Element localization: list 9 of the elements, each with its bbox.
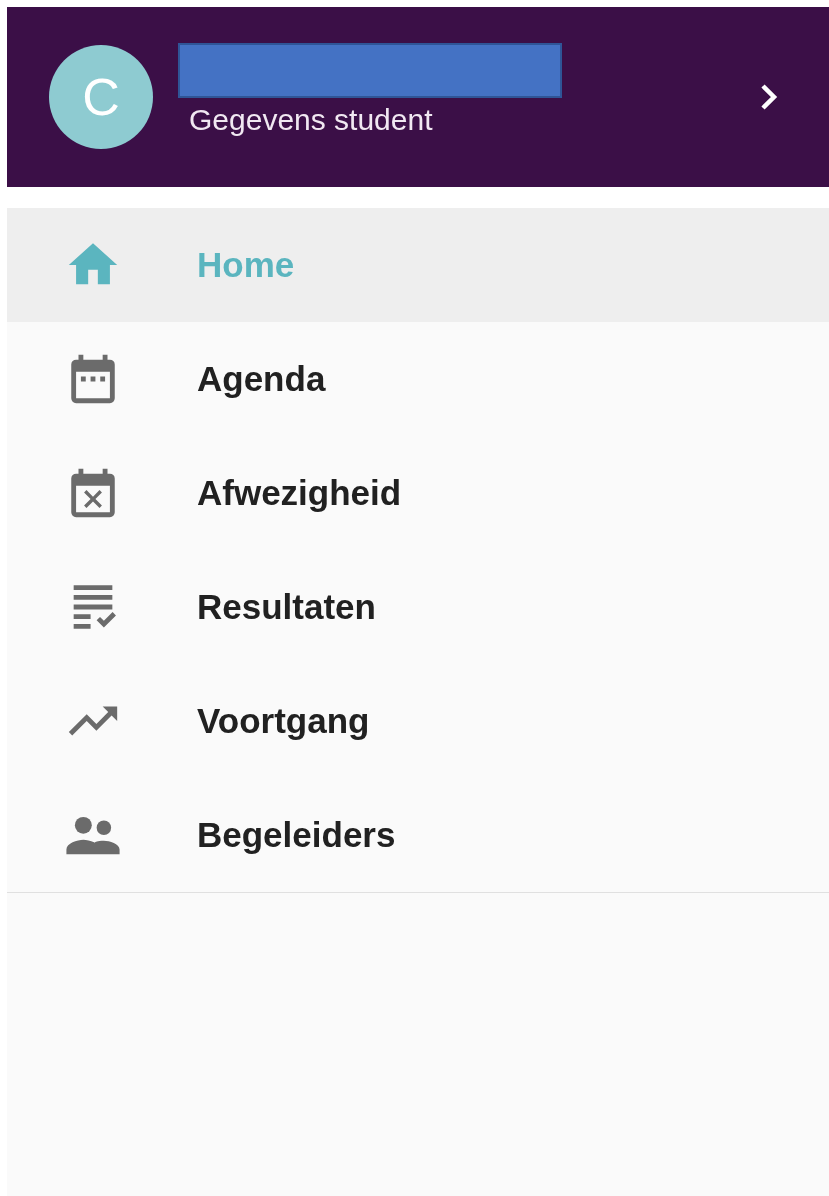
chevron-right-icon [759, 83, 779, 111]
menu-item[interactable]: Begeleiders [7, 778, 829, 892]
profile-header[interactable]: C Gegevens student [7, 7, 829, 187]
menu-item[interactable]: Agenda [7, 322, 829, 436]
menu-item[interactable]: Afwezigheid [7, 436, 829, 550]
menu-item[interactable]: Resultaten [7, 550, 829, 664]
menu-item[interactable]: Voortgang [7, 664, 829, 778]
profile-subtitle: Gegevens student [189, 102, 434, 138]
avatar: C [49, 45, 153, 149]
